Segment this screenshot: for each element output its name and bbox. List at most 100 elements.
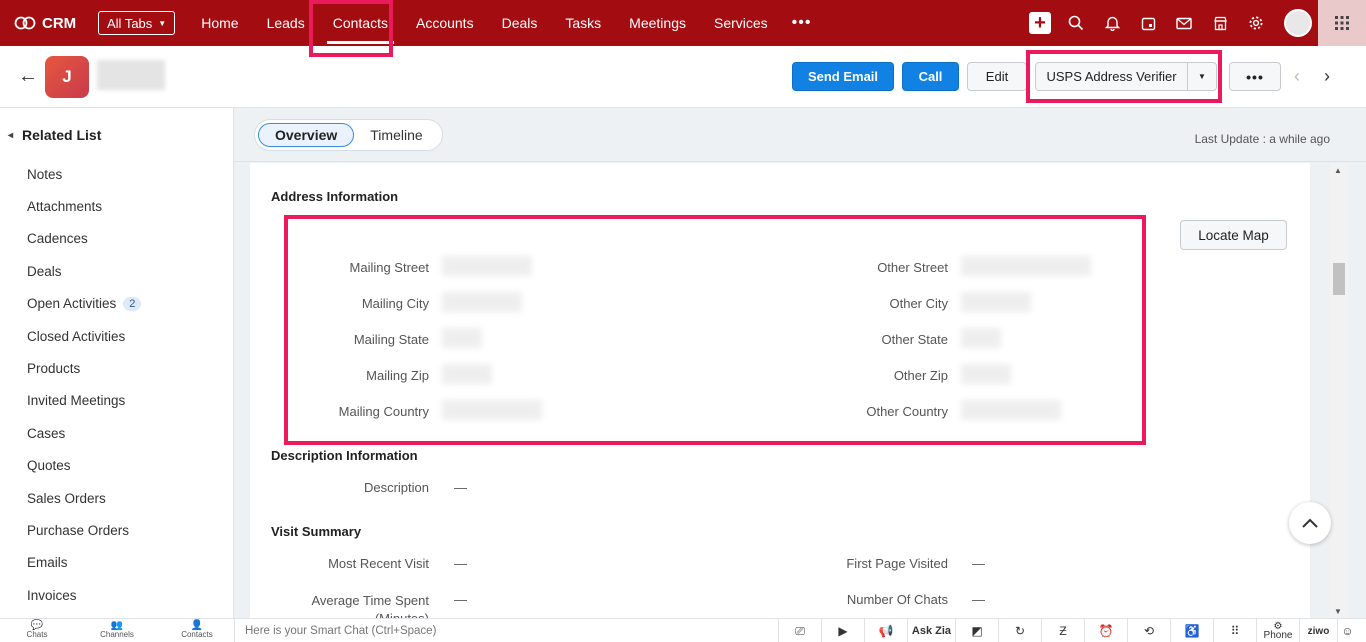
sidebar-item-attachments[interactable]: Attachments [27,190,141,222]
collapse-icon[interactable]: ◂ [8,130,13,141]
scroll-up-icon[interactable]: ▲ [1334,166,1342,175]
sidebar-item-emails[interactable]: Emails [27,547,141,579]
sidebar-item-label: Cases [27,425,66,441]
description-value[interactable]: — [454,480,467,495]
mail-icon [1176,17,1192,29]
sidebar-item-sales-orders[interactable]: Sales Orders [27,482,141,514]
search-icon [1068,15,1084,31]
accessibility-icon[interactable]: ♿ [1170,619,1213,642]
highlight-contacts-tab [309,0,393,57]
ask-zia-button[interactable]: Ask Zia [907,619,955,642]
edit-button[interactable]: Edit [967,62,1027,91]
nav-accounts[interactable]: Accounts [402,0,488,46]
last-update-text: Last Update : a while ago [1194,132,1330,146]
create-button[interactable]: + [1022,0,1058,46]
address-section-title: Address Information [271,189,399,204]
marketplace-button[interactable] [1202,0,1238,46]
sidebar-item-cadences[interactable]: Cadences [27,223,141,255]
sidebar-item-cases[interactable]: Cases [27,417,141,449]
dialpad-icon[interactable]: ⠿ [1213,619,1256,642]
nav-more-button[interactable]: ••• [782,0,822,46]
analytics-icon[interactable]: ◩ [955,619,998,642]
nav-home[interactable]: Home [187,0,252,46]
nav-deals[interactable]: Deals [488,0,552,46]
sidebar-item-invoices[interactable]: Invoices [27,579,141,611]
send-email-button[interactable]: Send Email [792,62,894,91]
sidebar-item-quotes[interactable]: Quotes [27,450,141,482]
most-recent-visit-label: Most Recent Visit [328,556,429,571]
tab-overview[interactable]: Overview [258,123,355,147]
scroll-down-icon[interactable]: ▼ [1334,607,1342,616]
user-avatar[interactable] [1284,9,1312,37]
call-button[interactable]: Call [902,62,959,91]
chats-button[interactable]: 💬 Chats [7,621,67,640]
sidebar-item-label: Closed Activities [27,328,126,344]
more-actions-button[interactable]: ••• [1229,62,1281,91]
settings-button[interactable] [1238,0,1274,46]
record-tabs-bar: Overview Timeline Last Update : a while … [234,108,1366,162]
channels-label: Channels [100,630,134,639]
plus-icon: + [1029,12,1051,34]
feedback-icon[interactable]: ☺ [1337,619,1357,642]
apps-grid-button[interactable] [1318,0,1366,46]
search-button[interactable] [1058,0,1094,46]
scrollbar-thumb[interactable] [1333,263,1345,295]
bottom-tool-icons: ⎚ ▶ 📢 Ask Zia ◩ ↻ Ƶ ⏰ ⟲ ♿ ⠿ ⚙ Phone ziwo … [778,619,1357,642]
ziwo-button[interactable]: ziwo [1299,619,1337,642]
smart-chat-input[interactable]: Here is your Smart Chat (Ctrl+Space) [234,619,778,642]
nav-services[interactable]: Services [700,0,782,46]
all-tabs-label: All Tabs [107,15,153,31]
sidebar-item-invited-meetings[interactable]: Invited Meetings [27,385,141,417]
sidebar-item-purchase-orders[interactable]: Purchase Orders [27,514,141,546]
next-record-icon[interactable]: › [1324,66,1330,87]
history-icon[interactable]: ⟲ [1127,619,1170,642]
average-time-spent-value[interactable]: — [454,592,467,607]
number-of-chats-value[interactable]: — [972,592,985,607]
calendar-button[interactable] [1130,0,1166,46]
most-recent-visit-value[interactable]: — [454,556,467,571]
description-label: Description [363,480,429,495]
contact-avatar: J [45,56,89,98]
scroll-to-top-button[interactable] [1289,502,1331,544]
sidebar-item-products[interactable]: Products [27,352,141,384]
average-time-spent-label: Average Time Spent (Minutes) [311,593,429,618]
back-arrow-icon[interactable]: ← [18,65,38,88]
first-page-visited-value[interactable]: — [972,556,985,571]
crm-logo[interactable]: CRM [14,15,98,32]
sidebar-item-deals[interactable]: Deals [27,255,141,287]
alarm-icon[interactable]: ⏰ [1084,619,1127,642]
bell-icon [1104,16,1120,31]
highlight-usps-button [1026,50,1222,103]
nav-meetings[interactable]: Meetings [615,0,700,46]
previous-record-icon[interactable]: ‹ [1294,66,1300,87]
sidebar-item-label: Quotes [27,458,71,474]
grid-icon [1335,16,1349,30]
top-navigation: CRM All Tabs ▼ Home Leads Contacts Accou… [0,0,1366,46]
video-icon[interactable]: ▶ [821,619,864,642]
nav-tasks[interactable]: Tasks [551,0,615,46]
mail-button[interactable] [1166,0,1202,46]
count-badge: 2 [123,296,142,311]
locate-map-button[interactable]: Locate Map [1180,220,1287,250]
first-page-visited-label: First Page Visited [846,556,948,571]
zia-icon[interactable]: Ƶ [1041,619,1084,642]
screen-share-icon[interactable]: ⎚ [778,619,821,642]
notifications-button[interactable] [1094,0,1130,46]
tab-timeline[interactable]: Timeline [354,123,438,147]
channels-button[interactable]: 👥 Channels [87,620,147,640]
sidebar-item-closed-activities[interactable]: Closed Activities [27,320,141,352]
sidebar-item-notes[interactable]: Notes [27,158,141,190]
phone-button[interactable]: ⚙ Phone [1256,619,1299,642]
related-list-header[interactable]: ◂ Related List [8,127,101,143]
content-scrollbar[interactable] [1330,163,1348,618]
sync-icon[interactable]: ↻ [998,619,1041,642]
number-of-chats-label: Number Of Chats [846,592,948,607]
bottom-bar: 💬 Chats 👥 Channels 👤 Contacts Here is your … [0,618,1366,642]
announcement-icon[interactable]: 📢 [864,619,907,642]
all-tabs-dropdown[interactable]: All Tabs ▼ [98,11,176,35]
person-icon: 👤 [190,620,204,631]
sidebar-item-open-activities[interactable]: Open Activities 2 [27,288,142,320]
contact-name-redacted [97,60,165,90]
contacts-button[interactable]: 👤 Contacts [167,620,227,640]
group-icon: 👥 [110,620,124,631]
